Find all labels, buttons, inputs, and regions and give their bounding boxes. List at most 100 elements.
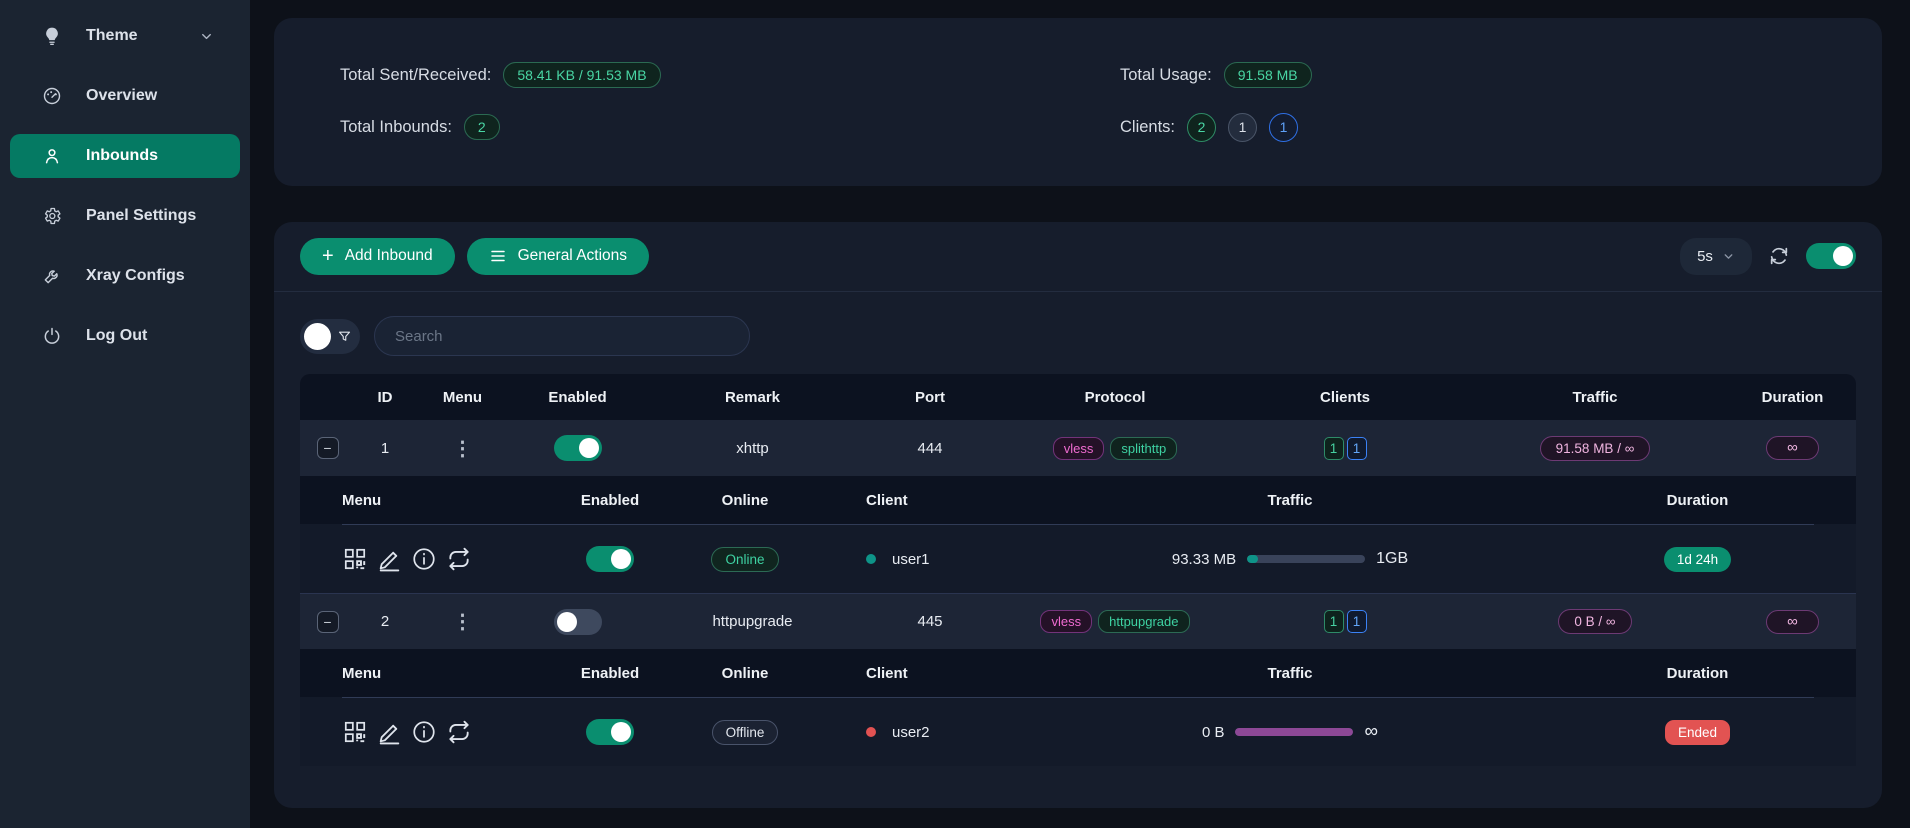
inbound-traffic-badge: 0 B / ∞	[1558, 609, 1631, 634]
general-actions-button[interactable]: General Actions	[467, 238, 649, 275]
client-name: user2	[892, 724, 930, 741]
client-status-dot	[866, 554, 876, 564]
client-traffic-cap: 1GB	[1376, 550, 1408, 568]
client-status-dot	[866, 727, 876, 737]
total-usage-value: 91.58 MB	[1224, 62, 1312, 88]
protocol-tag: vless	[1040, 610, 1092, 633]
inbounds-table: ID Menu Enabled Remark Port Protocol Cli…	[300, 374, 1856, 766]
inbound-id: 2	[355, 613, 415, 630]
sidebar-item-label: Panel Settings	[86, 207, 196, 225]
sidebar-item-panel-settings[interactable]: Panel Settings	[10, 194, 240, 238]
client-traffic-progress-fill	[1235, 728, 1353, 736]
subheader-duration: Duration	[1540, 665, 1855, 682]
clients-label: Clients:	[1120, 118, 1175, 137]
logout-icon	[42, 326, 62, 346]
inbound-remark: httpupgrade	[645, 613, 860, 630]
row-menu-icon[interactable]: ⋮	[453, 609, 473, 634]
funnel-icon	[337, 329, 352, 344]
subheader-client: Client	[810, 665, 1040, 682]
chevron-down-icon	[1722, 250, 1735, 263]
refresh-interval-select[interactable]: 5s	[1680, 238, 1752, 275]
sidebar-item-label: Inbounds	[86, 147, 158, 165]
subheader-online: Online	[680, 492, 810, 509]
edit-icon[interactable]	[377, 547, 402, 572]
client-count-badge: 1	[1324, 437, 1344, 460]
subheader-menu: Menu	[300, 665, 540, 682]
sidebar: Theme Overview Inbounds Panel Settings X…	[0, 0, 250, 828]
protocol-tag: vless	[1053, 437, 1105, 460]
plus-icon: +	[322, 246, 334, 266]
qrcode-icon[interactable]	[342, 719, 368, 745]
inbound-port: 445	[860, 613, 1000, 630]
subheader-enabled: Enabled	[540, 665, 680, 682]
refresh-icon[interactable]	[1768, 245, 1790, 267]
info-icon[interactable]	[411, 719, 437, 745]
inbound-duration-badge: ∞	[1766, 436, 1819, 460]
client-count-badge: 1	[1347, 437, 1367, 460]
qrcode-icon[interactable]	[342, 546, 368, 572]
sidebar-item-overview[interactable]: Overview	[10, 74, 240, 118]
client-enabled-toggle[interactable]	[586, 719, 634, 745]
client-name: user1	[892, 551, 930, 568]
protocol-tag: splithttp	[1110, 437, 1177, 460]
client-row: Offline user2 0 B ∞ Ended	[300, 698, 1856, 766]
inbound-port: 444	[860, 440, 1000, 457]
sidebar-item-label: Overview	[86, 87, 157, 105]
inbound-enabled-toggle[interactable]	[554, 609, 602, 635]
total-inbounds-value: 2	[464, 114, 500, 140]
subheader-duration: Duration	[1540, 492, 1855, 509]
inbound-traffic-badge: 91.58 MB / ∞	[1540, 436, 1651, 461]
client-traffic-used: 93.33 MB	[1172, 551, 1236, 568]
header-enabled: Enabled	[510, 389, 645, 406]
inbound-duration-badge: ∞	[1766, 610, 1819, 634]
protocol-tag: httpupgrade	[1098, 610, 1189, 633]
clients-count-badge: 1	[1269, 113, 1298, 142]
subheader-traffic: Traffic	[1040, 665, 1540, 682]
subheader-online: Online	[680, 665, 810, 682]
inbounds-panel: + Add Inbound General Actions 5s	[274, 222, 1882, 808]
client-online-badge: Offline	[712, 720, 779, 745]
inbound-enabled-toggle[interactable]	[554, 435, 602, 461]
gear-icon	[42, 206, 62, 226]
auto-refresh-toggle[interactable]	[1806, 243, 1856, 269]
client-count-badge: 1	[1347, 610, 1367, 633]
client-subtable-header: Menu Enabled Online Client Traffic Durat…	[300, 649, 1856, 697]
total-inbounds-label: Total Inbounds:	[340, 118, 452, 137]
client-row: Online user1 93.33 MB 1GB 1d 24h	[300, 525, 1856, 593]
header-menu: Menu	[415, 389, 510, 406]
subheader-menu: Menu	[300, 492, 540, 509]
total-usage-label: Total Usage:	[1120, 66, 1212, 85]
filter-toggle-knob	[304, 323, 331, 350]
bulb-icon	[42, 26, 62, 46]
header-id: ID	[355, 389, 415, 406]
info-icon[interactable]	[411, 546, 437, 572]
reset-traffic-icon[interactable]	[446, 546, 472, 572]
sidebar-item-xray-configs[interactable]: Xray Configs	[10, 254, 240, 298]
sidebar-item-inbounds[interactable]: Inbounds	[10, 134, 240, 178]
add-inbound-button[interactable]: + Add Inbound	[300, 238, 455, 275]
client-enabled-toggle[interactable]	[586, 546, 634, 572]
toolbar-divider	[274, 291, 1882, 292]
wrench-icon	[42, 266, 62, 286]
edit-icon[interactable]	[377, 720, 402, 745]
reset-traffic-icon[interactable]	[446, 719, 472, 745]
subheader-client: Client	[810, 492, 1040, 509]
client-traffic-progress	[1235, 728, 1353, 736]
search-input[interactable]	[374, 316, 750, 356]
row-menu-icon[interactable]: ⋮	[453, 436, 473, 461]
filter-toggle[interactable]	[300, 319, 360, 354]
toolbar: + Add Inbound General Actions 5s	[300, 237, 1856, 275]
client-traffic-progress	[1247, 555, 1365, 563]
sidebar-theme-toggle[interactable]: Theme	[10, 14, 240, 58]
sidebar-theme-label: Theme	[86, 27, 138, 45]
collapse-row-button[interactable]: −	[317, 437, 339, 459]
table-header-row: ID Menu Enabled Remark Port Protocol Cli…	[300, 374, 1856, 420]
user-icon	[42, 146, 62, 166]
inbound-row: − 2 ⋮ httpupgrade 445 vless httpupgrade …	[300, 593, 1856, 649]
main-content: Total Sent/Received: 58.41 KB / 91.53 MB…	[250, 0, 1910, 828]
sidebar-item-logout[interactable]: Log Out	[10, 314, 240, 358]
client-duration-badge: 1d 24h	[1664, 547, 1731, 572]
subheader-enabled: Enabled	[540, 492, 680, 509]
collapse-row-button[interactable]: −	[317, 611, 339, 633]
sidebar-item-label: Xray Configs	[86, 267, 185, 285]
